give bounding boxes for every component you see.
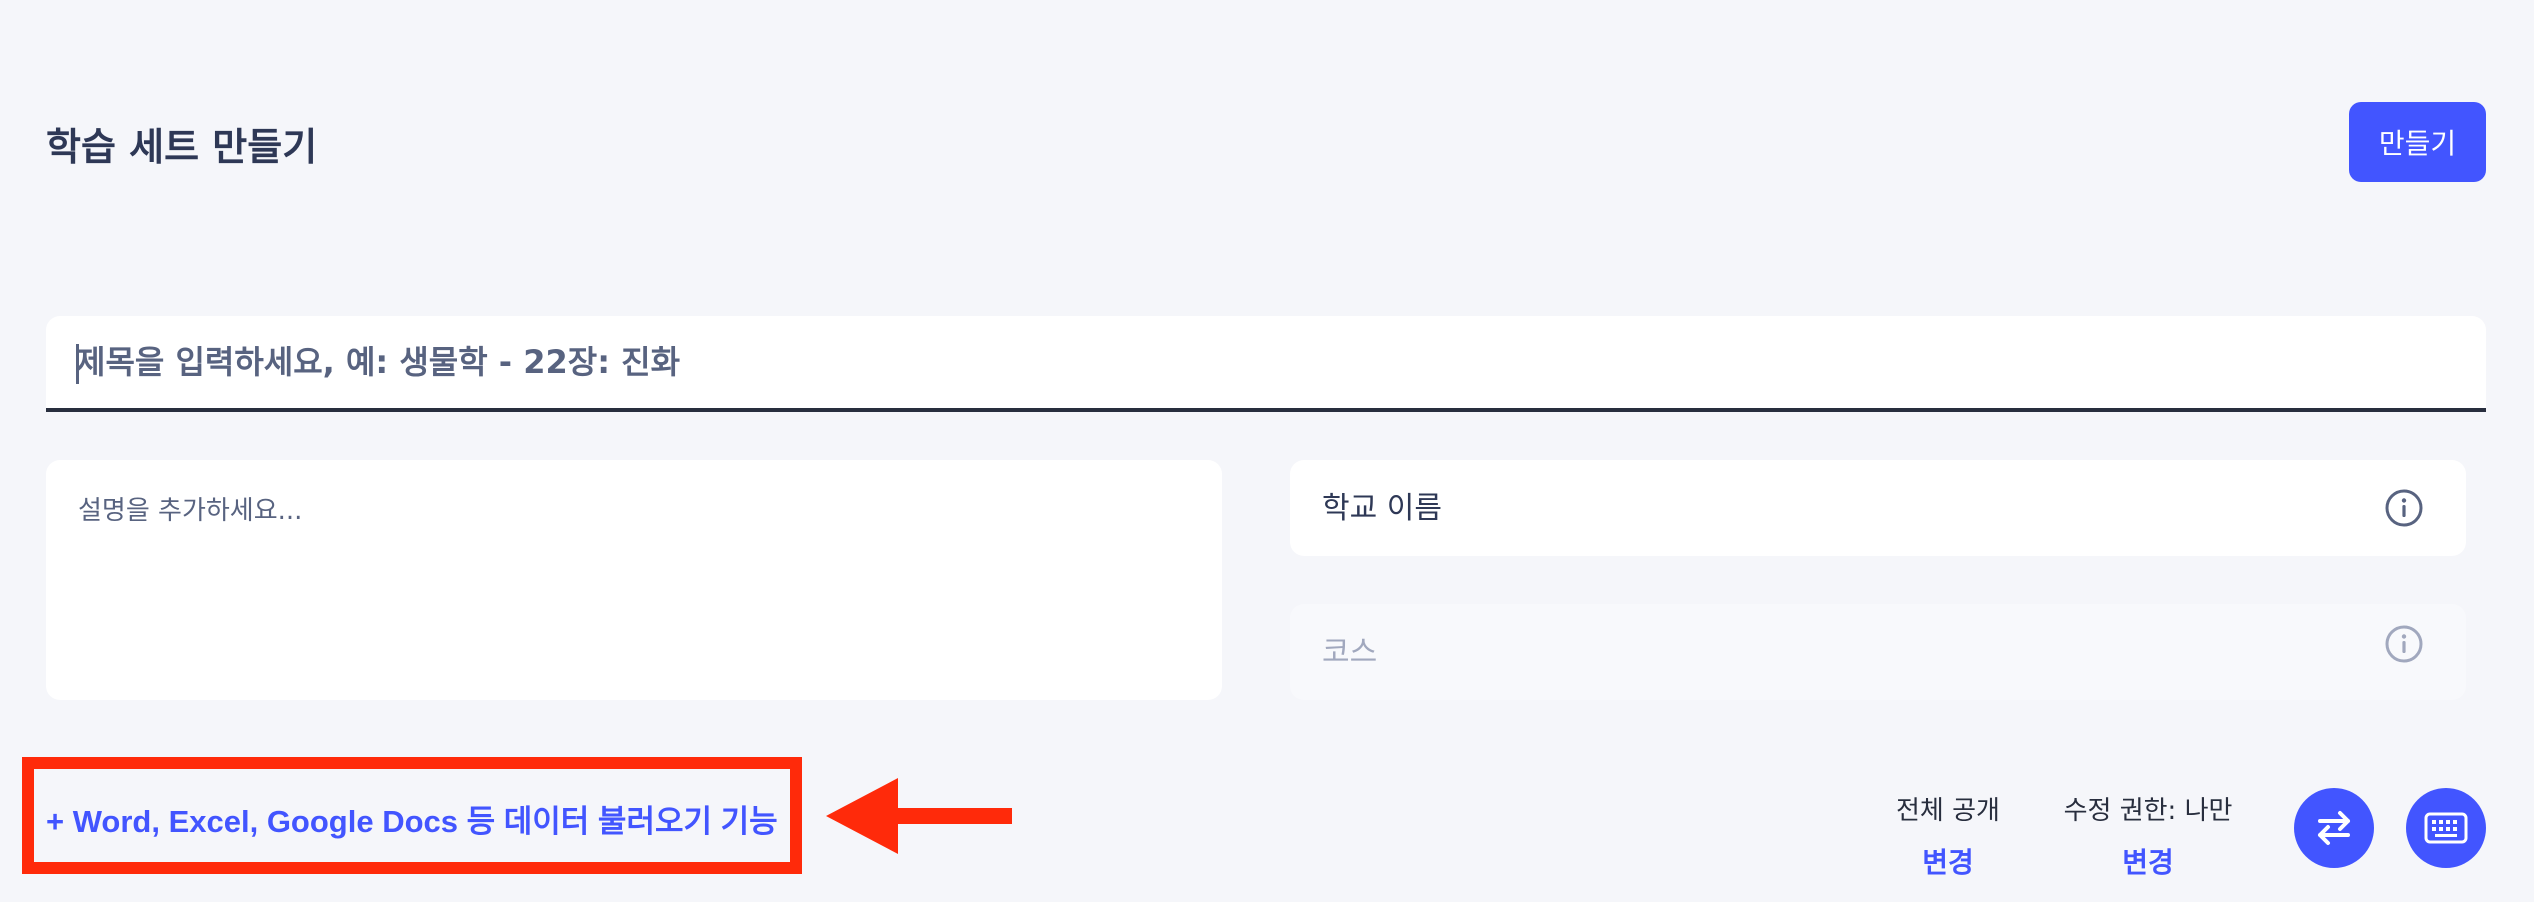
school-name-input[interactable] <box>1322 460 2322 556</box>
course-field <box>1290 604 2466 700</box>
title-input[interactable] <box>76 316 2456 408</box>
course-input[interactable] <box>1322 604 2322 700</box>
permission-change-link[interactable]: 변경 <box>2060 841 2236 881</box>
keyboard-shortcuts-button[interactable] <box>2406 788 2486 868</box>
keyboard-icon <box>2424 812 2468 844</box>
info-icon[interactable] <box>2384 624 2424 664</box>
create-study-set-page: 학습 세트 만들기 만들기 + Word, Excel, Google Docs… <box>0 0 2534 902</box>
permission-label: 수정 권한: 나만 <box>2063 796 2233 826</box>
import-data-link[interactable]: + Word, Excel, Google Docs 등 데이터 불러오기 기능 <box>46 796 778 841</box>
title-field-container <box>46 316 2486 412</box>
description-input[interactable] <box>78 490 1188 680</box>
swap-arrows-icon <box>2318 811 2350 845</box>
swap-terms-button[interactable] <box>2294 788 2374 868</box>
page-title: 학습 세트 만들기 <box>46 125 318 169</box>
left-arrow-annotation-icon <box>826 778 1012 854</box>
visibility-label: 전체 공개 <box>1896 796 2000 826</box>
visibility-setting: 전체 공개 변경 <box>1893 790 2003 881</box>
create-button[interactable]: 만들기 <box>2349 102 2486 182</box>
description-field-container <box>46 460 1222 700</box>
permission-setting: 수정 권한: 나만 변경 <box>2060 790 2236 881</box>
school-field <box>1290 460 2466 556</box>
info-icon[interactable] <box>2384 488 2424 528</box>
text-caret <box>76 344 79 384</box>
visibility-change-link[interactable]: 변경 <box>1893 841 2003 881</box>
